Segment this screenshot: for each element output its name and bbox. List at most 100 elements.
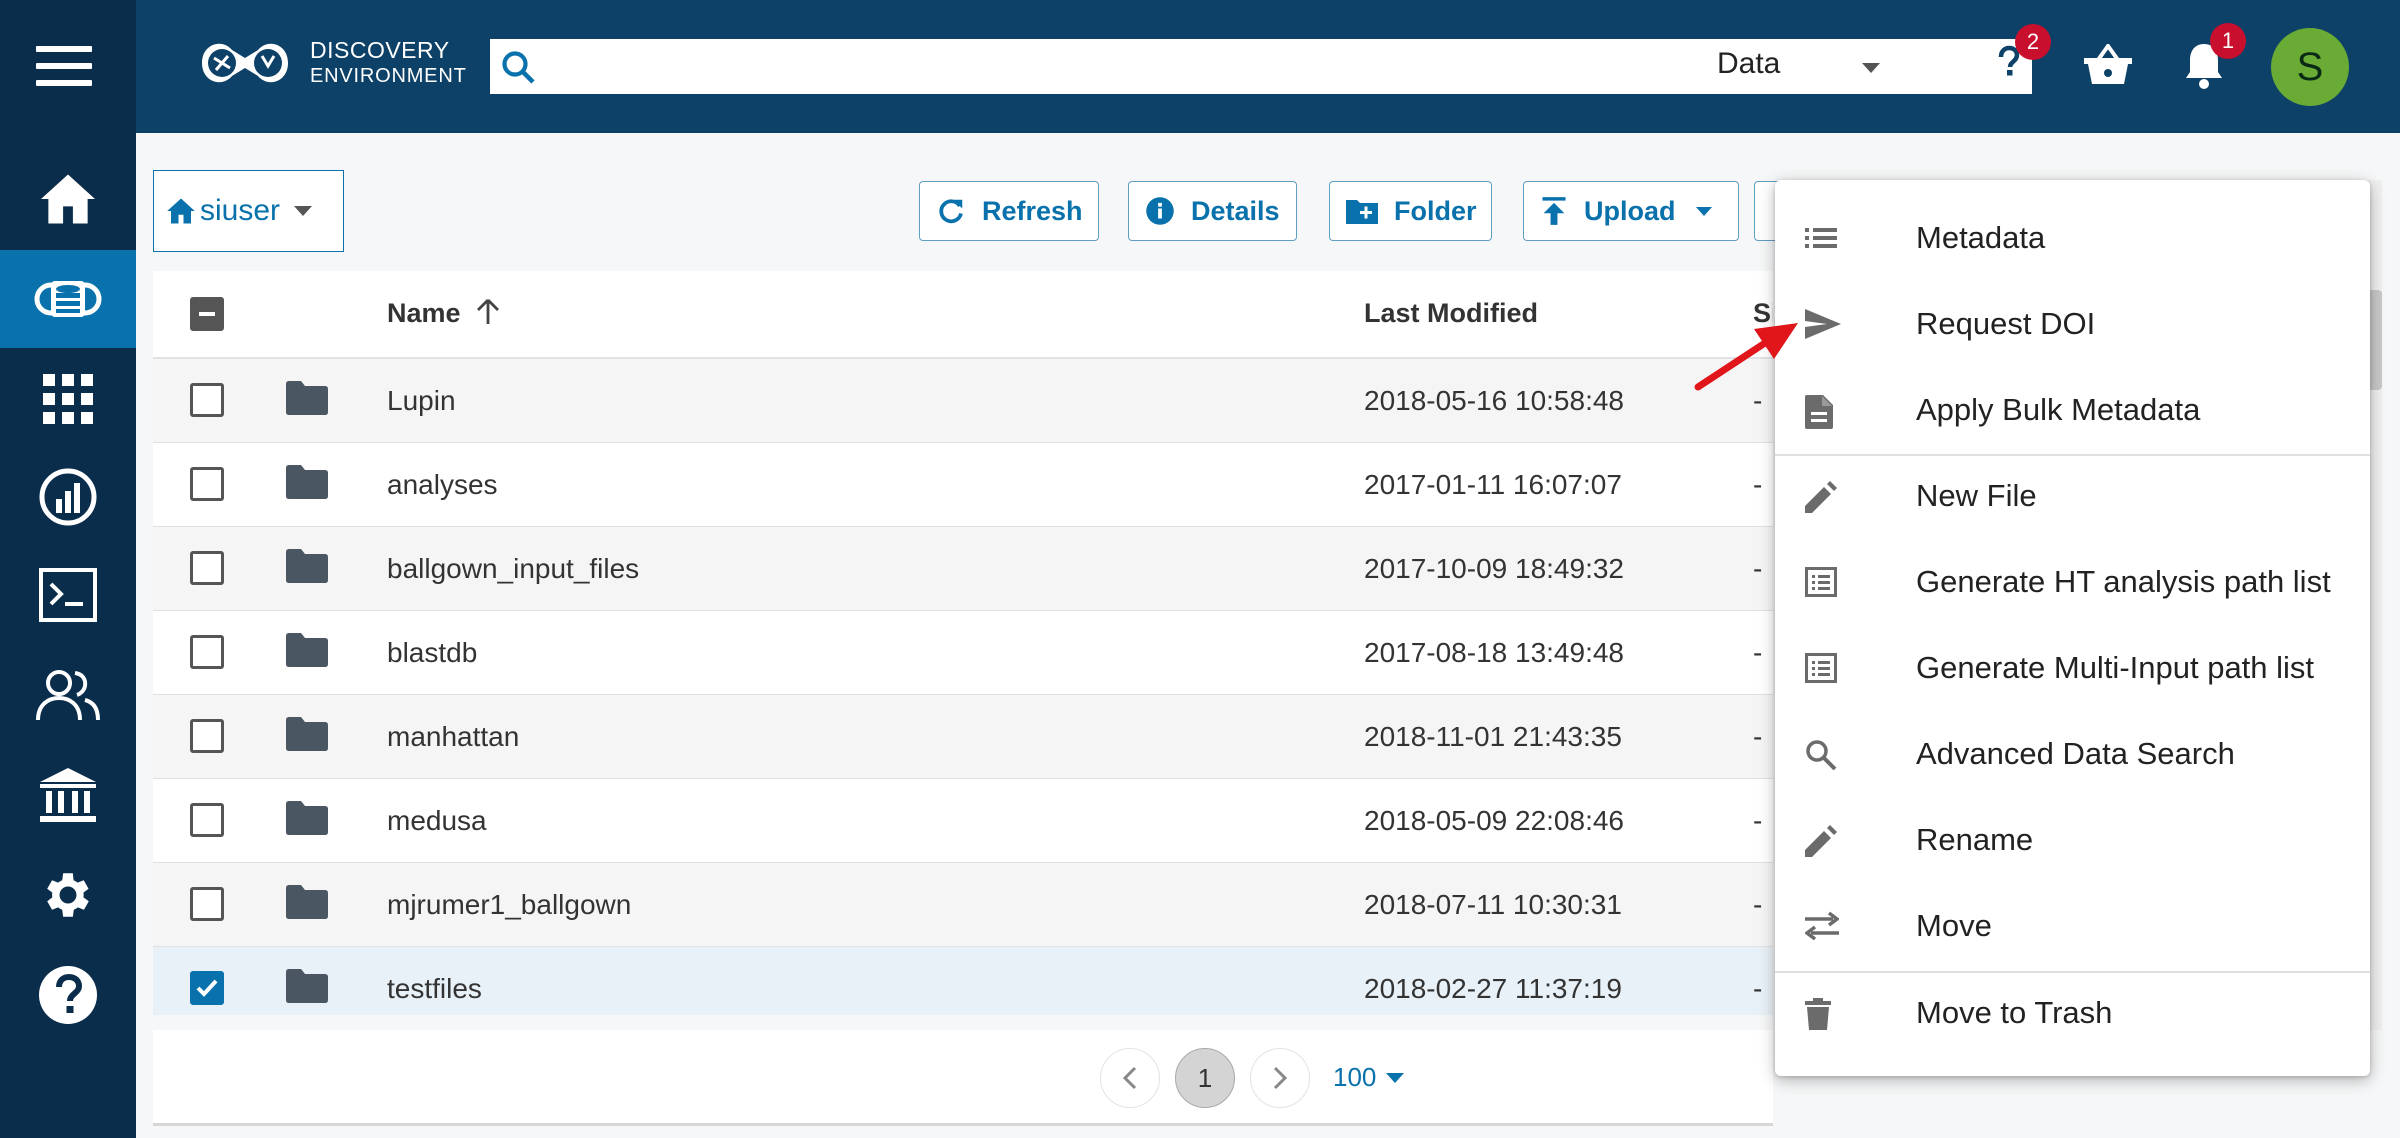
header-name[interactable]: Name xyxy=(387,298,500,329)
file-name[interactable]: manhattan xyxy=(387,721,519,753)
select-all-checkbox[interactable] xyxy=(190,297,224,331)
info-icon xyxy=(1146,197,1174,225)
table-row[interactable]: ballgown_input_files 2017-10-09 18:49:32 - xyxy=(153,527,1773,611)
sidebar-item-teams[interactable] xyxy=(0,646,136,744)
page-size-select[interactable]: 100 xyxy=(1333,1062,1405,1093)
row-checkbox[interactable] xyxy=(190,383,224,417)
last-modified: 2018-11-01 21:43:35 xyxy=(1364,721,1622,752)
sidebar-item-data[interactable] xyxy=(0,250,136,348)
table-row[interactable]: blastdb 2017-08-18 13:49:48 - xyxy=(153,611,1773,695)
file-name[interactable]: blastdb xyxy=(387,637,477,669)
table-row[interactable]: Lupin 2018-05-16 10:58:48- xyxy=(153,359,1773,443)
table-row[interactable]: testfiles 2018-02-27 11:37:19 - xyxy=(153,947,1773,1015)
scrollbar-thumb[interactable] xyxy=(2368,290,2382,390)
top-bar: DISCOVERY ENVIRONMENT Data 2 1 S xyxy=(136,0,2400,133)
file-size: - xyxy=(1753,469,1763,500)
avatar[interactable]: S xyxy=(2271,28,2349,106)
menu-item-move[interactable]: Move xyxy=(1775,886,2370,966)
notifications-badge: 1 xyxy=(2210,23,2246,59)
folder-icon xyxy=(286,801,328,835)
pencil-icon xyxy=(1805,825,1837,857)
menu-item-label: Apply Bulk Metadata xyxy=(1916,392,2201,427)
home-icon xyxy=(167,198,195,224)
menu-item-metadata[interactable]: Metadata xyxy=(1775,198,2370,278)
details-button[interactable]: Details xyxy=(1128,181,1297,241)
menu-item-label: Move to Trash xyxy=(1916,995,2113,1030)
table-header: Name Last Modified Si xyxy=(153,271,1773,359)
row-checkbox[interactable] xyxy=(190,719,224,753)
chevron-down-icon xyxy=(294,206,313,216)
sidebar-item-analyses[interactable] xyxy=(0,448,136,546)
file-name[interactable]: mjrumer1_ballgown xyxy=(387,889,631,921)
menu-item-rename[interactable]: Rename xyxy=(1775,800,2370,880)
file-size: - xyxy=(1753,553,1763,584)
folder-icon-cell xyxy=(286,717,328,751)
help-question-button[interactable]: 2 xyxy=(1985,24,2051,92)
search-type-select[interactable]: Data xyxy=(1717,47,1780,81)
sidebar-item-apps[interactable] xyxy=(0,350,136,448)
list-box-icon xyxy=(1805,567,1837,597)
refresh-icon xyxy=(939,199,963,224)
chevron-down-icon xyxy=(1386,1072,1405,1083)
header-last-modified[interactable]: Last Modified xyxy=(1364,298,1538,329)
folder-icon xyxy=(286,549,328,583)
menu-item-apply-bulk-metadata[interactable]: Apply Bulk Metadata xyxy=(1775,370,2370,450)
sidebar-item-home[interactable] xyxy=(0,150,136,248)
upload-button[interactable]: Upload xyxy=(1523,181,1739,241)
menu-item-move-to-trash[interactable]: Move to Trash xyxy=(1775,973,2370,1053)
sidebar-item-collections[interactable] xyxy=(0,746,136,844)
row-checkbox[interactable] xyxy=(190,971,224,1005)
row-checkbox[interactable] xyxy=(190,803,224,837)
file-name[interactable]: testfiles xyxy=(387,973,482,1005)
global-search[interactable]: Data xyxy=(490,39,2032,94)
file-name[interactable]: medusa xyxy=(387,805,487,837)
table-row[interactable]: medusa 2018-05-09 22:08:46 - xyxy=(153,779,1773,863)
help-badge: 2 xyxy=(2015,24,2051,60)
sidebar-item-help[interactable] xyxy=(0,946,136,1044)
row-checkbox[interactable] xyxy=(190,635,224,669)
home-folder-label: siuser xyxy=(200,194,281,227)
file-name[interactable]: analyses xyxy=(387,469,498,501)
row-checkbox[interactable] xyxy=(190,467,224,501)
more-actions-menu: Metadata Request DOI Apply Bulk Metadata Ne… xyxy=(1775,180,2370,1076)
menu-item-request-doi[interactable]: Request DOI xyxy=(1775,284,2370,364)
new-folder-button[interactable]: Folder xyxy=(1329,181,1492,241)
file-name[interactable]: ballgown_input_files xyxy=(387,553,639,585)
file-size: - xyxy=(1753,637,1763,668)
folder-plus-icon xyxy=(1346,200,1378,224)
prev-page-button[interactable] xyxy=(1100,1048,1160,1108)
menu-item-advanced-data-search[interactable]: Advanced Data Search xyxy=(1775,714,2370,794)
folder-icon-cell xyxy=(286,549,328,583)
last-modified: 2017-10-09 18:49:32 xyxy=(1364,553,1624,584)
menu-item-new-file[interactable]: New File xyxy=(1775,456,2370,536)
table-row[interactable]: analyses 2017-01-11 16:07:07 - xyxy=(153,443,1773,527)
logo[interactable]: DISCOVERY ENVIRONMENT xyxy=(192,30,467,96)
sidebar-item-vice[interactable] xyxy=(0,546,136,644)
list-box-icon xyxy=(1805,653,1837,683)
menu-item-label: Metadata xyxy=(1916,220,2046,255)
row-checkbox[interactable] xyxy=(190,551,224,585)
sidebar-item-settings[interactable] xyxy=(0,846,136,944)
menu-icon[interactable] xyxy=(36,46,92,86)
folder-icon xyxy=(286,381,328,415)
cart-button[interactable] xyxy=(2084,44,2132,86)
details-label: Details xyxy=(1191,195,1280,226)
menu-item-label: Request DOI xyxy=(1916,306,2096,341)
apps-icon xyxy=(43,374,93,424)
basket-icon xyxy=(2084,44,2132,84)
page-number[interactable]: 1 xyxy=(1175,1048,1235,1108)
refresh-button[interactable]: Refresh xyxy=(919,181,1099,241)
notifications-button[interactable]: 1 xyxy=(2184,23,2246,90)
menu-item-generate-ht-analysis-path-list[interactable]: Generate HT analysis path list xyxy=(1775,542,2370,622)
next-page-button[interactable] xyxy=(1250,1048,1310,1108)
menu-item-label: Rename xyxy=(1916,822,2034,857)
menu-item-generate-multi-input-path-list[interactable]: Generate Multi-Input path list xyxy=(1775,628,2370,708)
last-modified: 2018-07-11 10:30:31 xyxy=(1364,889,1622,920)
table-row[interactable]: mjrumer1_ballgown 2018-07-11 10:30:31 - xyxy=(153,863,1773,947)
settings-icon xyxy=(47,873,89,917)
file-name[interactable]: Lupin xyxy=(387,385,456,417)
table-row[interactable]: manhattan 2018-11-01 21:43:35 - xyxy=(153,695,1773,779)
chevron-down-icon[interactable] xyxy=(1862,63,1880,73)
home-folder-select[interactable]: siuser xyxy=(153,170,344,252)
row-checkbox[interactable] xyxy=(190,887,224,921)
